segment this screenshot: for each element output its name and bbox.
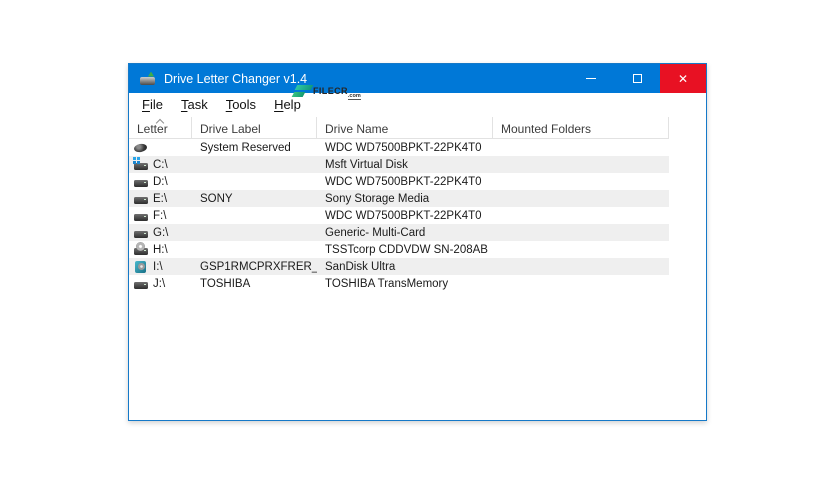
table-row[interactable]: J:\ TOSHIBA TOSHIBA TransMemory bbox=[129, 275, 669, 292]
drive-letter: C:\ bbox=[153, 158, 168, 171]
drive-name: TOSHIBA TransMemory bbox=[325, 277, 449, 290]
table-row[interactable]: D:\ WDC WD7500BPKT-22PK4T0 bbox=[129, 173, 669, 190]
caption-buttons: ✕ bbox=[568, 64, 706, 93]
cell-letter: G:\ bbox=[129, 225, 192, 241]
list-header: Letter Drive Label Drive Name Mounted Folde… bbox=[129, 117, 669, 139]
drive-letter: E:\ bbox=[153, 192, 168, 205]
hdd-icon bbox=[133, 208, 149, 224]
drive-letter: G:\ bbox=[153, 226, 169, 239]
drive-name: Msft Virtual Disk bbox=[325, 158, 408, 171]
filecr-logo-icon bbox=[291, 84, 314, 98]
table-row[interactable]: F:\ WDC WD7500BPKT-22PK4T0 bbox=[129, 207, 669, 224]
drive-letter: I:\ bbox=[153, 260, 163, 273]
cell-letter: I:\ bbox=[129, 259, 192, 275]
cell-letter bbox=[129, 140, 192, 156]
table-row[interactable]: System Reserved WDC WD7500BPKT-22PK4T0 bbox=[129, 139, 669, 156]
table-row[interactable]: G:\ Generic- Multi-Card bbox=[129, 224, 669, 241]
drive-name: Sony Storage Media bbox=[325, 192, 430, 205]
column-header-mounted-folders[interactable]: Mounted Folders bbox=[493, 117, 669, 138]
close-button[interactable]: ✕ bbox=[660, 64, 706, 93]
column-header-drive-name[interactable]: Drive Name bbox=[317, 117, 493, 138]
drive-icon bbox=[140, 76, 155, 85]
watermark-suffix: .com bbox=[347, 93, 361, 100]
close-icon: ✕ bbox=[677, 71, 689, 86]
cell-letter: J:\ bbox=[129, 276, 192, 292]
table-row[interactable]: H:\ TSSTcorp CDDVDW SN-208AB bbox=[129, 241, 669, 258]
drive-name: WDC WD7500BPKT-22PK4T0 bbox=[325, 209, 482, 222]
drive-list: Letter Drive Label Drive Name Mounted Folde… bbox=[129, 117, 706, 420]
maximize-icon bbox=[632, 74, 642, 83]
drive-name: WDC WD7500BPKT-22PK4T0 bbox=[325, 141, 482, 154]
maximize-button[interactable] bbox=[614, 64, 660, 93]
title-bar[interactable]: Drive Letter Changer v1.4 ✕ bbox=[129, 64, 706, 93]
drive-letter: D:\ bbox=[153, 175, 168, 188]
desktop: Drive Letter Changer v1.4 ✕ File Task Tool… bbox=[0, 0, 836, 484]
cell-letter: H:\ bbox=[129, 241, 192, 258]
table-row[interactable]: C:\ Msft Virtual Disk bbox=[129, 156, 669, 173]
list-body: System Reserved WDC WD7500BPKT-22PK4T0 C:\… bbox=[129, 139, 669, 292]
window-title: Drive Letter Changer v1.4 bbox=[164, 71, 308, 86]
menu-item-task[interactable]: Task bbox=[172, 93, 217, 117]
drive-label: System Reserved bbox=[200, 141, 291, 154]
menu-item-file[interactable]: File bbox=[133, 93, 172, 117]
drive-letter: F:\ bbox=[153, 209, 167, 222]
drive-name: WDC WD7500BPKT-22PK4T0 bbox=[325, 175, 482, 188]
hdd-icon bbox=[133, 174, 149, 190]
table-row[interactable]: E:\ SONY Sony Storage Media bbox=[129, 190, 669, 207]
menu-bar: File Task Tools Help bbox=[129, 93, 706, 117]
removable-drive-icon bbox=[133, 259, 149, 275]
minimize-icon bbox=[586, 78, 596, 79]
hdd-icon bbox=[133, 225, 149, 241]
table-row[interactable]: I:\ GSP1RMCPRXFRER_... SanDisk Ultra bbox=[129, 258, 669, 275]
column-header-drive-label[interactable]: Drive Label bbox=[192, 117, 317, 138]
hdd-icon bbox=[133, 276, 149, 292]
drive-name: Generic- Multi-Card bbox=[325, 226, 426, 239]
drive-label: GSP1RMCPRXFRER_... bbox=[200, 260, 317, 273]
hdd-icon bbox=[133, 191, 149, 207]
drive-label: SONY bbox=[200, 192, 233, 205]
disk-platter-icon bbox=[133, 140, 149, 156]
cell-letter: C:\ bbox=[129, 156, 192, 173]
app-window: Drive Letter Changer v1.4 ✕ File Task Tool… bbox=[128, 63, 707, 421]
system-drive-icon bbox=[133, 156, 149, 173]
cell-letter: F:\ bbox=[129, 208, 192, 224]
cd-drive-icon bbox=[133, 241, 149, 258]
drive-name: TSSTcorp CDDVDW SN-208AB bbox=[325, 243, 488, 256]
cell-letter: E:\ bbox=[129, 191, 192, 207]
menu-item-tools[interactable]: Tools bbox=[217, 93, 265, 117]
drive-letter: J:\ bbox=[153, 277, 166, 290]
app-icon[interactable] bbox=[140, 71, 156, 87]
cell-letter: D:\ bbox=[129, 174, 192, 190]
watermark-text: FILECR bbox=[313, 86, 348, 96]
drive-name: SanDisk Ultra bbox=[325, 260, 396, 273]
drive-label: TOSHIBA bbox=[200, 277, 251, 290]
drive-letter: H:\ bbox=[153, 243, 168, 256]
arrow-icon bbox=[148, 71, 154, 77]
minimize-button[interactable] bbox=[568, 64, 614, 93]
filecr-watermark: FILECR .com bbox=[291, 84, 361, 100]
